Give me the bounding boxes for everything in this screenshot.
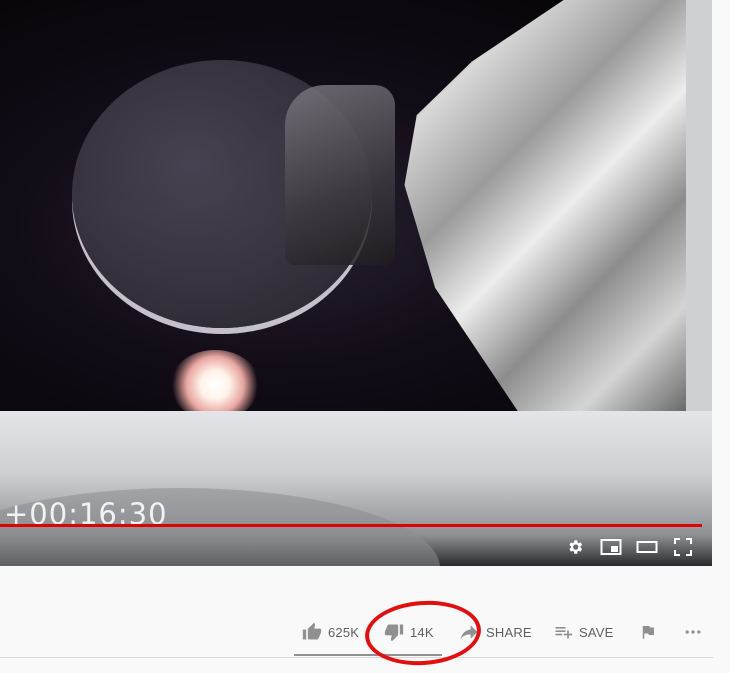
theater-mode-icon (636, 541, 658, 553)
more-horizontal-icon (685, 630, 701, 634)
sun-glare (170, 350, 260, 411)
miniplayer-icon (600, 539, 622, 555)
settings-icon (569, 540, 583, 554)
spacecraft-strut (285, 85, 395, 265)
theater-mode-button[interactable] (636, 538, 658, 558)
like-count: 625K (328, 624, 360, 640)
miniplayer-button[interactable] (600, 538, 622, 558)
settings-button[interactable] (566, 538, 584, 558)
fullscreen-icon (674, 538, 692, 556)
spacecraft-foil (404, 0, 686, 411)
red-annotation-circle (362, 597, 484, 669)
save-button[interactable]: SAVE (553, 620, 614, 644)
like-button[interactable]: 625K (302, 620, 359, 644)
video-player[interactable]: +00:16:30 (0, 0, 712, 566)
save-label: SAVE (579, 624, 614, 640)
share-label: SHARE (486, 624, 532, 640)
add-to-playlist-icon (555, 627, 573, 639)
divider (0, 657, 713, 658)
fullscreen-button[interactable] (674, 538, 692, 558)
flag-icon (642, 626, 654, 639)
thumbs-up-icon (302, 622, 322, 640)
progress-bar[interactable] (0, 524, 702, 527)
report-button[interactable] (639, 620, 657, 644)
more-actions-button[interactable] (682, 620, 704, 644)
video-frame (0, 0, 686, 411)
